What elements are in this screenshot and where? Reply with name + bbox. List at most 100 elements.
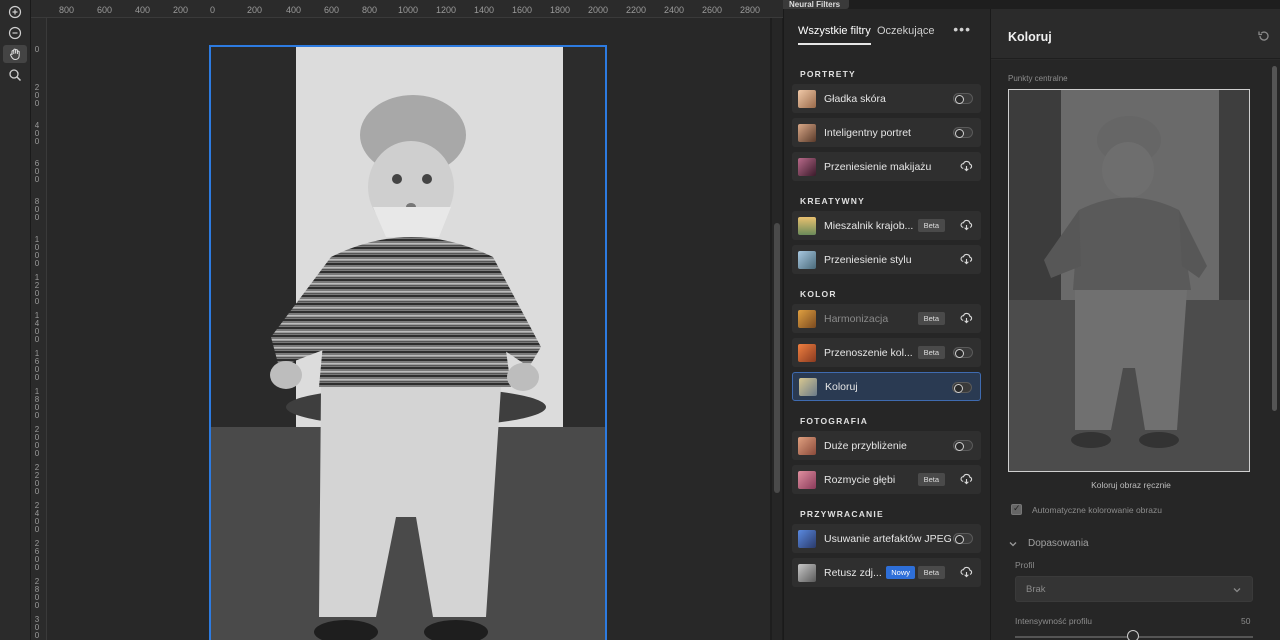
preview-caption: Koloruj obraz ręcznie	[1091, 480, 1171, 490]
filter-item[interactable]: Inteligentny portret	[792, 118, 981, 147]
focal-points-label: Punkty centralne	[1008, 74, 1068, 83]
ruler-label: 400	[34, 121, 40, 146]
ruler-label: 1000	[398, 5, 419, 15]
auto-color-label: Automatyczne kolorowanie obrazu	[1032, 504, 1162, 515]
ruler-label: 2000	[588, 5, 609, 15]
auto-color-checkbox[interactable]	[1011, 503, 1022, 515]
filter-thumbnail-icon	[798, 157, 816, 176]
filter-toggle[interactable]	[953, 347, 973, 358]
ruler-label: 200	[173, 5, 189, 15]
filter-label: Inteligentny portret	[824, 126, 911, 139]
photo-layer[interactable]	[209, 45, 607, 640]
filter-item[interactable]: Retusz zdj... Nowy Beta	[792, 558, 981, 587]
cloud-download-icon[interactable]	[960, 566, 973, 578]
child-photo	[211, 47, 605, 640]
filter-label: Duże przybliżenie	[824, 439, 907, 452]
reset-icon[interactable]	[1257, 29, 1271, 43]
filter-label: Przeniesienie makijażu	[824, 160, 932, 173]
cloud-download-icon[interactable]	[960, 473, 973, 485]
cloud-download-icon[interactable]	[960, 312, 973, 324]
ruler-label: 600	[324, 5, 340, 15]
filter-thumbnail-icon	[798, 470, 816, 489]
filter-thumbnail-icon	[798, 250, 816, 269]
ruler-label: 2800	[34, 577, 40, 610]
filter-thumbnail-icon	[799, 377, 817, 396]
ruler-label: 1400	[474, 5, 495, 15]
filter-label: Przenoszenie kol...	[824, 346, 913, 359]
ruler-label: 2600	[34, 539, 40, 572]
ruler-label: 1800	[550, 5, 571, 15]
adjustments-label: Dopasowania	[1028, 538, 1089, 549]
ruler-label: 2200	[626, 5, 647, 15]
filter-item[interactable]: Przeniesienie stylu	[792, 245, 981, 274]
neural-filters-panel-tab[interactable]: Neural Filters	[783, 0, 849, 9]
tab-all-filters[interactable]: Wszystkie filtry	[798, 25, 871, 45]
ruler-label: 400	[135, 5, 151, 15]
filter-tabs: Wszystkie filtry Oczekujące •••	[784, 21, 991, 53]
filter-toggle[interactable]	[953, 440, 973, 451]
profile-select[interactable]: Brak	[1015, 576, 1253, 602]
ruler-label: 1600	[34, 349, 40, 382]
filter-item[interactable]: Gładka skóra	[792, 84, 981, 113]
filter-thumbnail-icon	[798, 123, 816, 142]
focal-points-preview[interactable]	[1008, 89, 1250, 472]
ruler-label: 600	[34, 159, 40, 184]
filter-item[interactable]: Rozmycie głębi Beta	[792, 465, 981, 494]
filter-item[interactable]: Duże przybliżenie	[792, 431, 981, 460]
scrollbar-thumb[interactable]	[1272, 66, 1277, 411]
tab-waitlist[interactable]: Oczekujące	[877, 25, 934, 43]
filter-label: Przeniesienie stylu	[824, 253, 912, 266]
intensity-value: 50	[1241, 616, 1251, 626]
zoom-out-icon[interactable]	[3, 24, 27, 42]
filter-thumbnail-icon	[798, 436, 816, 455]
profile-label: Profil	[1015, 560, 1035, 570]
section-label: PORTRETY	[800, 69, 856, 79]
filter-item[interactable]: Przenoszenie kol... Beta	[792, 338, 981, 367]
cloud-download-icon[interactable]	[960, 160, 973, 172]
canvas-scrollbar[interactable]	[772, 18, 782, 640]
new-badge: Nowy	[886, 566, 915, 579]
section-label: KOLOR	[800, 289, 837, 299]
adjustments-section-header[interactable]: Dopasowania	[1008, 538, 1089, 549]
beta-badge: Beta	[917, 566, 945, 579]
ruler-label: 200	[247, 5, 263, 15]
scrollbar-thumb[interactable]	[774, 223, 780, 493]
ruler-label: 2400	[34, 501, 40, 534]
filter-toggle[interactable]	[953, 533, 973, 544]
more-options-icon[interactable]: •••	[953, 21, 971, 37]
filter-label: Harmonizacja	[824, 312, 889, 325]
filter-thumbnail-icon	[798, 343, 816, 362]
auto-color-row[interactable]: Automatyczne kolorowanie obrazu	[1011, 503, 1162, 515]
ruler-label: 2800	[740, 5, 761, 15]
filter-label: Usuwanie artefaktów JPEG	[824, 532, 952, 545]
search-icon[interactable]	[3, 66, 27, 84]
filter-item[interactable]: Harmonizacja Beta	[792, 304, 981, 333]
filter-toggle[interactable]	[952, 382, 972, 393]
cloud-download-icon[interactable]	[960, 219, 973, 231]
filter-item[interactable]: Przeniesienie makijażu	[792, 152, 981, 181]
ruler-label: 1600	[512, 5, 533, 15]
filter-label: Rozmycie głębi	[824, 473, 896, 486]
filter-thumbnail-icon	[798, 216, 816, 235]
zoom-in-icon[interactable]	[3, 3, 27, 21]
section-label: KREATYWNY	[800, 196, 865, 206]
filter-toggle[interactable]	[953, 93, 973, 104]
filter-item[interactable]: Usuwanie artefaktów JPEG	[792, 524, 981, 553]
filter-thumbnail-icon	[798, 563, 816, 582]
beta-badge: Beta	[917, 473, 945, 486]
hand-icon[interactable]	[3, 45, 27, 63]
filter-thumbnail-icon	[798, 89, 816, 108]
ruler-label: 800	[34, 197, 40, 222]
section-label: FOTOGRAFIA	[800, 416, 869, 426]
properties-body: Punkty centralne Koloruj obraz ręcznie ✓…	[991, 60, 1271, 640]
cloud-download-icon[interactable]	[960, 253, 973, 265]
ruler-label: 3000	[34, 615, 40, 640]
filter-thumbnail-icon	[798, 529, 816, 548]
document-canvas[interactable]	[47, 18, 770, 640]
filter-toggle[interactable]	[953, 127, 973, 138]
beta-badge: Beta	[917, 346, 945, 359]
filter-item[interactable]: Mieszalnik krajob... Beta	[792, 211, 981, 240]
properties-scrollbar[interactable]	[1269, 60, 1280, 640]
intensity-slider-handle[interactable]	[1127, 630, 1139, 640]
filter-item-selected[interactable]: Koloruj	[792, 372, 981, 401]
